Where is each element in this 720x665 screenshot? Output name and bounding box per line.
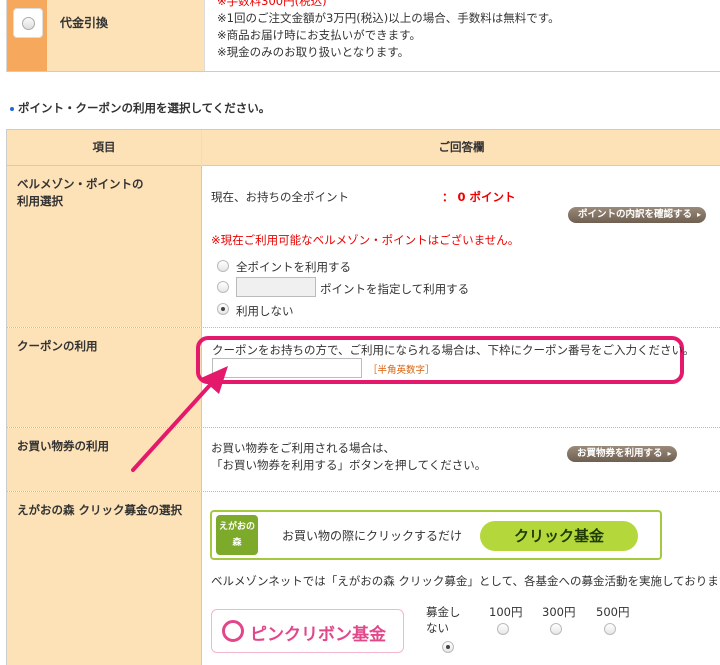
option-300-label: 300円	[542, 605, 576, 619]
cod-note-cash: ※現金のみのお取り扱いとなります。	[217, 45, 410, 59]
click-fund-button[interactable]: クリック基金	[480, 521, 638, 551]
header-item: 項目	[7, 130, 202, 166]
donate-100-radio[interactable]	[497, 623, 509, 635]
points-specify-label: ポイントを指定して利用する	[320, 282, 470, 296]
cod-row: 代金引換 ※手数料300円(税込) ※1回のご注文金額が3万円(税込)以上の場合…	[6, 0, 720, 72]
page: 代金引換 ※手数料300円(税込) ※1回のご注文金額が3万円(税込)以上の場合…	[0, 0, 720, 665]
coupon-label: クーポンの利用	[17, 339, 98, 353]
donate-none-radio[interactable]	[442, 641, 454, 653]
coupon-instruction: クーポンをお持ちの方で、ご利用になられる場合は、下枠にクーポン番号をご入力くださ…	[212, 343, 695, 357]
points-current-label: 現在、お持ちの全ポイント	[211, 190, 349, 204]
points-label: ベルメゾン・ポイントの 利用選択	[17, 177, 144, 208]
cod-label: 代金引換	[60, 16, 109, 30]
points-detail-button[interactable]: ポイントの内訳を確認する	[568, 207, 707, 223]
fund-name: ピンクリボン基金	[250, 625, 386, 645]
points-notice: ※現在ご利用可能なベルメゾン・ポイントはございません。	[211, 233, 520, 247]
points-specify-radio[interactable]	[217, 281, 229, 293]
cod-label-cell: 代金引換	[47, 0, 205, 71]
option-100-label: 100円	[489, 605, 523, 619]
cod-note-delivery: ※商品お届け時にお支払いができます。	[217, 28, 421, 42]
section-title: ポイント・クーポンの利用を選択してください。	[10, 100, 270, 116]
coupon-hint: ［半角英数字］	[368, 365, 435, 376]
cod-note-fee: ※手数料300円(税込)	[217, 0, 327, 8]
points-all-label: 全ポイントを利用する	[236, 260, 351, 274]
voucher-button[interactable]: お買物券を利用する	[567, 446, 677, 462]
option-500-label: 500円	[596, 605, 630, 619]
header-answer: ご回答欄	[438, 140, 485, 154]
voucher-line1: お買い物券をご利用される場合は、	[211, 441, 395, 455]
egao-message: お買い物の際にクリックするだけ	[282, 529, 463, 543]
pink-ribbon-logo: ピンクリボン基金	[211, 609, 404, 653]
donate-300-radio[interactable]	[550, 623, 562, 635]
cod-notes: ※手数料300円(税込) ※1回のご注文金額が3万円(税込)以上の場合、手数料は…	[217, 0, 560, 61]
option-none-label: 募金しない	[426, 605, 461, 635]
voucher-line2: 「お買い物券を利用する」ボタンを押してください。	[211, 458, 487, 472]
ribbon-icon	[222, 620, 244, 642]
points-none-label: 利用しない	[236, 304, 294, 318]
table-header: 項目 ご回答欄	[7, 130, 720, 166]
egao-label: えがおの森 クリック募金の選択	[17, 503, 183, 517]
voucher-label: お買い物券の利用	[17, 439, 109, 453]
radio-icon	[22, 17, 35, 30]
cod-radio[interactable]	[13, 8, 43, 38]
points-none-radio[interactable]	[217, 303, 229, 315]
donate-500-radio[interactable]	[604, 623, 616, 635]
egao-banner: えがおの森 お買い物の際にクリックするだけ クリック基金	[210, 510, 662, 560]
points-current-value: ： 0 ポイント	[442, 190, 516, 204]
egao-description: ベルメゾンネットでは「えがおの森 クリック募金」として、各基金への募金活動を実施…	[211, 574, 720, 588]
cod-note-free: ※1回のご注文金額が3万円(税込)以上の場合、手数料は無料です。	[217, 11, 560, 25]
egao-logo: えがおの森	[216, 515, 258, 555]
points-all-radio[interactable]	[217, 260, 229, 272]
points-amount-input[interactable]	[236, 277, 316, 297]
